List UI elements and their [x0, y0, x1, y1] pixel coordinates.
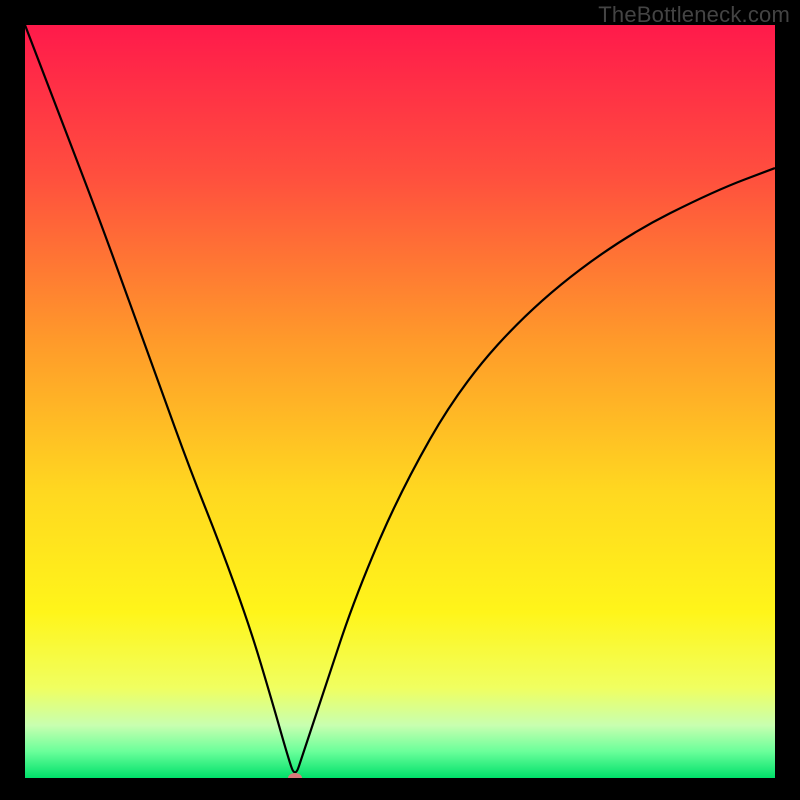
- bottleneck-chart: [25, 25, 775, 778]
- chart-frame: TheBottleneck.com: [0, 0, 800, 800]
- gradient-background: [25, 25, 775, 778]
